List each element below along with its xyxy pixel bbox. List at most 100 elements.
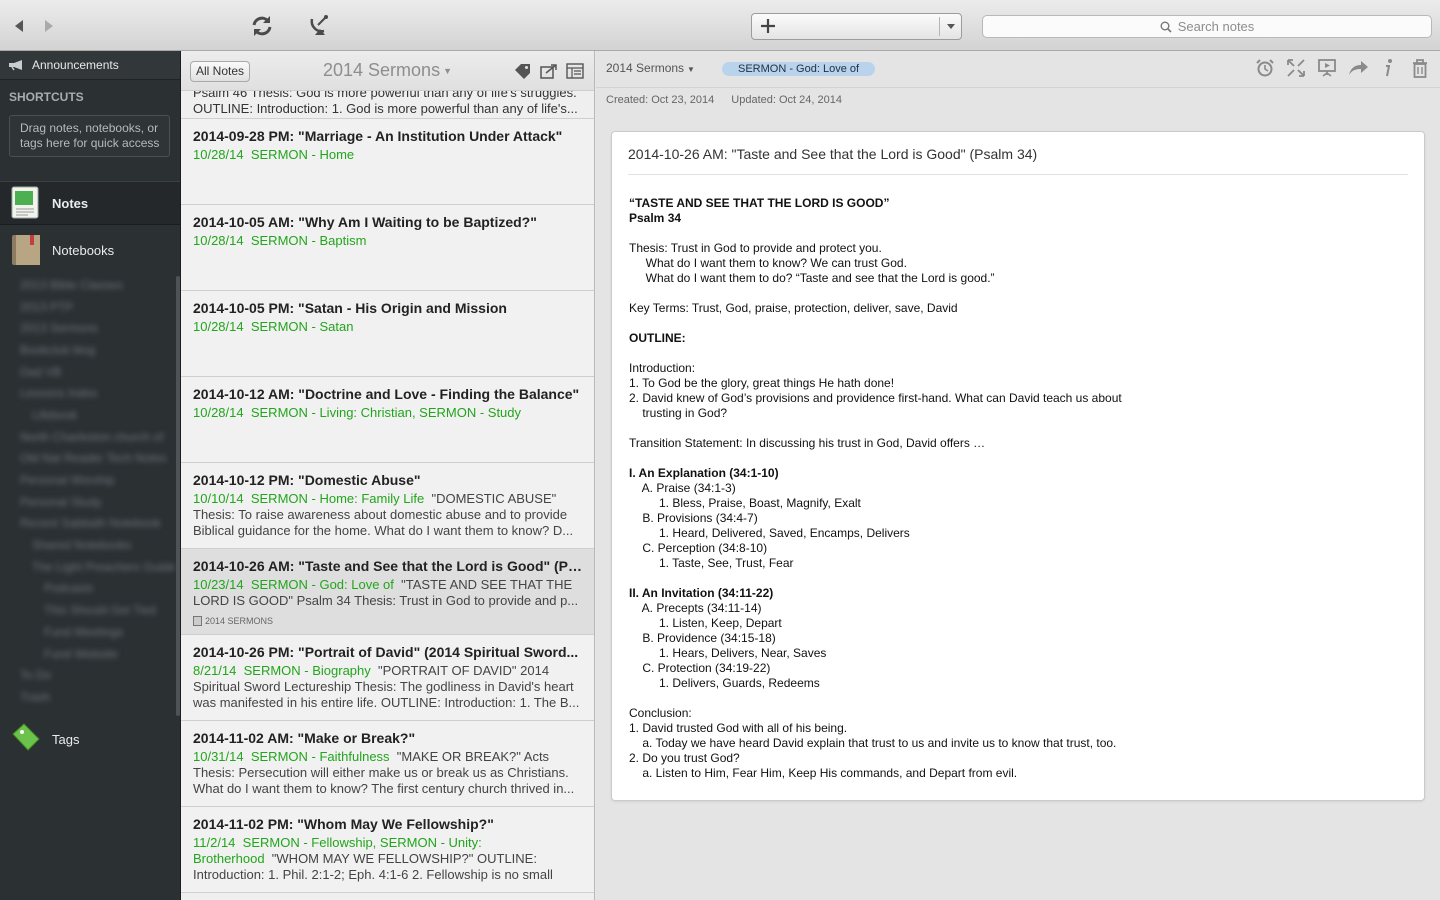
notebook-title-dropdown[interactable]: 2014 Sermons ▼ <box>323 60 452 81</box>
sidebar-item-notebook[interactable]: Old Nat Reader Tech Notes <box>0 448 178 470</box>
note-title[interactable]: 2014-10-26 AM: "Taste and See that the L… <box>628 146 1037 162</box>
sidebar-item-notebook[interactable]: Recent Sabbath Notebook <box>0 513 178 535</box>
list-item[interactable]: 2014-10-26 PM: "Portrait of David" (2014… <box>181 635 594 721</box>
back-arrow-icon <box>15 20 23 32</box>
search-placeholder: Search notes <box>1177 19 1255 34</box>
sidebar-item-notes[interactable]: Notes <box>0 181 180 225</box>
note-body-line: C. Perception (34:8-10) <box>629 541 768 555</box>
sync-button[interactable] <box>248 12 276 40</box>
note-snippet: 10/28/14 SERMON - Living: Christian, SER… <box>193 405 583 453</box>
note-body-line: C. Protection (34:19-22) <box>629 661 771 675</box>
note-view: 2014 Sermons ▼ SERMON - God: Love of Cre… <box>596 51 1440 900</box>
note-body-line: 1. Delivers, Guards, Redeems <box>629 676 820 690</box>
view-options-button[interactable] <box>565 62 585 80</box>
sidebar-item-notebook[interactable]: To Do <box>0 664 178 686</box>
share-icon <box>540 64 557 79</box>
sidebar-item-notebook[interactable]: 2013 Bible Classes <box>0 274 178 296</box>
note-body-line: 1. David trusted God with all of his bei… <box>629 721 848 735</box>
note-title: 2014-10-05 AM: "Why Am I Waiting to be B… <box>193 214 537 230</box>
sidebar-scrollbar[interactable] <box>176 276 180 716</box>
all-notes-button[interactable]: All Notes <box>190 61 251 82</box>
note-tags: SERMON - God: Love of <box>250 577 394 592</box>
note-title: 2014-10-26 AM: "Taste and See that the L… <box>193 558 583 574</box>
note-body-line: II. An Invitation (34:11-22) <box>629 586 774 600</box>
shortcuts-drop-zone[interactable]: Drag notes, notebooks, or tags here for … <box>9 115 170 157</box>
sidebar-item-notebook[interactable]: This Should Get Tied <box>0 599 178 621</box>
list-item[interactable]: 2014-09-28 PM: "Marriage - An Institutio… <box>181 119 594 205</box>
sidebar-item-notebook[interactable]: 2013 Sermons <box>0 317 178 339</box>
list-item[interactable]: 2014-10-12 AM: "Doctrine and Love - Find… <box>181 377 594 463</box>
work-chat-button[interactable] <box>306 12 334 40</box>
sidebar-item-notebook[interactable]: Podcasts <box>0 578 178 600</box>
list-item[interactable]: 2014-10-26 AM: "Taste and See that the L… <box>181 549 594 635</box>
sidebar-item-notebook[interactable]: Fund Meetings <box>0 621 178 643</box>
note-body-line: “TASTE AND SEE THAT THE LORD IS GOOD” <box>629 196 890 210</box>
back-button[interactable] <box>5 12 33 40</box>
note-body[interactable]: “TASTE AND SEE THAT THE LORD IS GOOD” Psa… <box>629 196 1409 781</box>
note-body-line: Key Terms: Trust, God, praise, protectio… <box>629 301 958 315</box>
note-tags: SERMON - Home: Family Life <box>250 491 425 506</box>
list-item[interactable]: 2014-10-12 PM: "Domestic Abuse" 10/10/14 … <box>181 463 594 549</box>
note-date: 8/21/14 <box>193 663 237 678</box>
tag-filter-button[interactable] <box>513 62 533 80</box>
share-arrow-icon <box>1349 61 1368 75</box>
new-note-button[interactable] <box>751 13 962 40</box>
note-body-line: Thesis: Trust in God to provide and prot… <box>629 241 882 255</box>
forward-button[interactable] <box>35 12 63 40</box>
note-notebook-label: 2014 SERMONS <box>193 616 273 626</box>
list-item[interactable]: 2014-10-05 AM: "Why Am I Waiting to be B… <box>181 205 594 291</box>
search-icon <box>1160 21 1172 33</box>
forward-arrow-icon <box>45 20 53 32</box>
full-screen-button[interactable] <box>1284 57 1308 79</box>
note-body-line: a. Listen to Him, Fear Him, Keep His com… <box>629 766 1018 780</box>
search-input[interactable]: Search notes <box>982 15 1432 38</box>
list-item[interactable]: 2014-11-02 AM: "Make or Break?" 10/31/14 … <box>181 721 594 807</box>
chevron-down-icon[interactable] <box>947 24 955 29</box>
sidebar-item-notebook[interactable]: Bookclub blog <box>0 339 178 361</box>
sidebar-item-tags[interactable]: Tags <box>0 717 180 761</box>
note-body-line <box>629 316 1409 331</box>
megaphone-icon <box>9 60 22 71</box>
note-date: 10/23/14 <box>193 577 244 592</box>
note-body-line: Conclusion: <box>629 706 692 720</box>
toolbar: Search notes <box>0 0 1440 51</box>
sidebar-item-notebook[interactable]: Dad VB <box>0 361 178 383</box>
sidebar-item-notebooks[interactable]: Notebooks <box>0 228 180 272</box>
note-tag-pill[interactable]: SERMON - God: Love of <box>722 62 876 76</box>
reminder-button[interactable] <box>1253 57 1277 79</box>
sidebar-item-notebook[interactable]: Fund Website <box>0 643 178 665</box>
sidebar-item-notebook[interactable]: Lifebook <box>0 404 178 426</box>
sidebar-item-notebook[interactable]: Trash <box>0 686 178 708</box>
sidebar-item-notebook[interactable]: Personal Study <box>0 491 178 513</box>
announcements-item[interactable]: Announcements <box>0 51 180 80</box>
list-item[interactable]: 2014-10-05 PM: "Satan - His Origin and M… <box>181 291 594 377</box>
info-button[interactable] <box>1377 57 1401 79</box>
note-tags: SERMON - Baptism <box>250 233 367 248</box>
presentation-button[interactable] <box>1315 57 1339 79</box>
note-notebook-selector[interactable]: 2014 Sermons ▼ <box>606 61 695 75</box>
note-snippet: 10/10/14 SERMON - Home: Family Life "DOM… <box>193 491 583 539</box>
note-body-line: Psalm 34 <box>629 211 682 225</box>
share-notebook-button[interactable] <box>539 62 559 80</box>
sidebar-item-notebook[interactable]: Shared Notebooks <box>0 534 178 556</box>
sidebar-item-notebook[interactable]: Lessons Index <box>0 382 178 404</box>
note-body-line <box>629 346 1409 361</box>
note-snippet: 10/28/14 SERMON - Home <box>193 147 583 195</box>
note-body-line <box>629 691 1409 706</box>
note-body-line: 1. Hears, Delivers, Near, Saves <box>629 646 827 660</box>
delete-button[interactable] <box>1408 57 1432 79</box>
list-item[interactable]: 2014-11-02 PM: "Whom May We Fellowship?"… <box>181 807 594 893</box>
note-editor[interactable]: 2014-10-26 AM: "Taste and See that the L… <box>611 131 1425 801</box>
sidebar-item-notebook[interactable]: 2013 PTP <box>0 296 178 318</box>
satellite-icon <box>310 15 328 35</box>
sidebar-item-notebook[interactable]: Personal Worship <box>0 469 178 491</box>
chevron-down-icon: ▼ <box>687 65 695 74</box>
created-date: Created: Oct 23, 2014 <box>606 94 715 106</box>
note-body-line: 1. Taste, See, Trust, Fear <box>629 556 794 570</box>
sidebar-item-notebook[interactable]: North Charleston church of <box>0 426 178 448</box>
share-button[interactable] <box>1346 57 1370 79</box>
alarm-clock-icon <box>1256 59 1274 77</box>
list-view-icon <box>566 63 584 79</box>
sidebar-item-notebook[interactable]: The Light Preachers Guide <box>0 556 178 578</box>
sidebar-item-label: Notes <box>52 195 89 211</box>
